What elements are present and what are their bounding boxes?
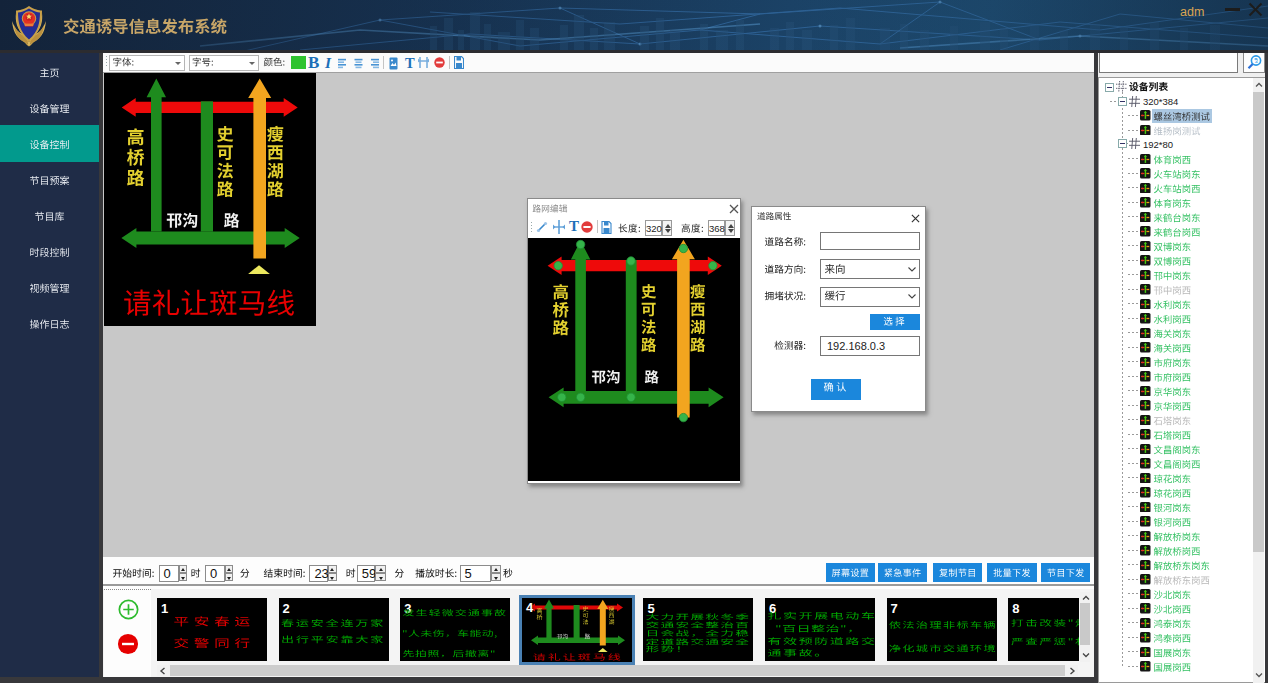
svg-text:3: 3 (1255, 58, 1259, 64)
